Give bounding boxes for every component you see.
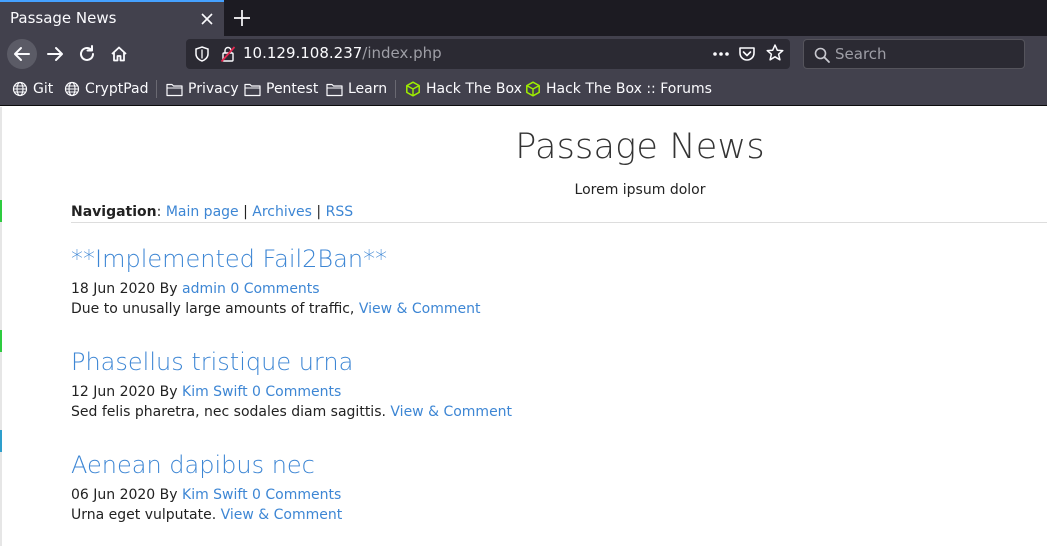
window-edge-marker [0, 200, 2, 222]
post-excerpt-text: Due to unusally large amounts of traffic… [71, 301, 355, 317]
nav-separator: | [243, 204, 248, 220]
bookmark-separator [156, 80, 157, 98]
post-author-link[interactable]: admin [182, 281, 226, 297]
navigation-toolbar: 10.129.108.237/index.php [0, 36, 1047, 72]
post-item: Aenean dapibus nec 06 Jun 2020 By Kim Sw… [71, 451, 971, 523]
bookmarks-toolbar: Git CryptPad Privacy Pentest Learn Hack … [0, 72, 1047, 106]
post-author-link[interactable]: Kim Swift [182, 487, 248, 503]
post-by: By [159, 384, 178, 400]
nav-link-rss[interactable]: RSS [326, 204, 354, 220]
post-excerpt-text: Urna eget vulputate. [71, 507, 217, 523]
arrow-left-icon [14, 47, 30, 61]
insecure-lock-icon[interactable] [220, 45, 236, 63]
globe-icon [64, 81, 80, 97]
post-view-comment-link[interactable]: View & Comment [390, 404, 512, 420]
post-item: **Implemented Fail2Ban** 18 Jun 2020 By … [71, 245, 971, 317]
nav-separator: | [316, 204, 322, 220]
bookmark-label: Pentest [266, 81, 319, 97]
navigation-label: Navigation [71, 204, 157, 220]
bookmark-cryptpad[interactable]: CryptPad [64, 79, 148, 99]
bookmark-label: CryptPad [85, 81, 149, 97]
folder-icon [166, 83, 183, 96]
bookmark-folder-pentest[interactable]: Pentest [244, 79, 318, 99]
post-excerpt: Urna eget vulputate. View & Comment [71, 507, 971, 523]
post-author-link[interactable]: Kim Swift [182, 384, 248, 400]
post-title-link[interactable]: Aenean dapibus nec [71, 451, 971, 479]
htb-cube-icon [526, 81, 540, 97]
pocket-icon[interactable] [737, 44, 757, 64]
tab-strip: Passage News [0, 0, 1047, 36]
window-edge-marker [0, 330, 2, 352]
back-button[interactable] [7, 39, 37, 69]
home-button[interactable] [104, 39, 134, 69]
bookmark-folder-learn[interactable]: Learn [326, 79, 387, 99]
post-title-link[interactable]: Phasellus tristique urna [71, 348, 971, 376]
url-path: /index.php [362, 44, 442, 62]
header-divider [71, 222, 1047, 223]
bookmark-separator [395, 80, 396, 98]
bookmark-star-icon[interactable] [765, 43, 785, 63]
bookmark-label: Learn [348, 81, 388, 97]
tab-passage-news[interactable]: Passage News [0, 0, 224, 36]
bookmark-label: Hack The Box :: Forums [546, 81, 712, 97]
bookmark-folder-privacy[interactable]: Privacy [166, 79, 239, 99]
bookmark-hack-the-box[interactable]: Hack The Box [405, 79, 522, 99]
tab-title: Passage News [10, 9, 117, 27]
post-date: 18 Jun 2020 [71, 281, 156, 297]
folder-icon [326, 83, 343, 96]
search-bar[interactable] [803, 39, 1025, 69]
post-date: 12 Jun 2020 [71, 384, 156, 400]
htb-cube-icon [406, 81, 420, 97]
post-title-link[interactable]: **Implemented Fail2Ban** [71, 245, 971, 273]
url-host: 10.129.108.237 [243, 44, 363, 62]
post-meta: 18 Jun 2020 By admin 0 Comments [71, 281, 971, 297]
post-by: By [159, 487, 178, 503]
post-meta: 06 Jun 2020 By Kim Swift 0 Comments [71, 487, 971, 503]
url-text[interactable]: 10.129.108.237/index.php [243, 44, 442, 62]
bookmark-label: Git [33, 81, 54, 97]
folder-icon [244, 83, 261, 96]
reload-icon [80, 45, 94, 61]
bookmark-label: Hack The Box [426, 81, 522, 97]
forward-button[interactable] [40, 39, 70, 69]
post-comments-link[interactable]: 0 Comments [230, 281, 319, 297]
post-excerpt-text: Sed felis pharetra, nec sodales diam sag… [71, 404, 386, 420]
navigation-colon: : [156, 204, 162, 220]
nav-link-archives[interactable]: Archives [252, 204, 312, 220]
post-item: Phasellus tristique urna 12 Jun 2020 By … [71, 348, 971, 420]
close-icon[interactable] [197, 9, 217, 29]
post-comments-link[interactable]: 0 Comments [252, 487, 341, 503]
search-input[interactable] [835, 44, 1015, 64]
post-by: By [159, 281, 178, 297]
post-view-comment-link[interactable]: View & Comment [221, 507, 343, 523]
new-tab-plus-icon[interactable] [231, 7, 253, 29]
bookmark-git[interactable]: Git [12, 79, 53, 99]
bookmark-hack-the-box-forums[interactable]: Hack The Box :: Forums [525, 79, 712, 99]
address-bar[interactable]: 10.129.108.237/index.php [186, 39, 790, 69]
site-subtitle: Lorem ipsum dolor [574, 182, 706, 198]
globe-icon [12, 81, 28, 97]
bookmark-label: Privacy [188, 81, 239, 97]
arrow-right-icon [47, 47, 63, 61]
post-excerpt: Sed felis pharetra, nec sodales diam sag… [71, 404, 971, 420]
nav-link-main-page[interactable]: Main page [166, 204, 239, 220]
post-view-comment-link[interactable]: View & Comment [359, 301, 481, 317]
post-excerpt: Due to unusally large amounts of traffic… [71, 301, 971, 317]
search-icon [814, 47, 830, 63]
home-icon [111, 46, 127, 62]
window-left-edge [0, 107, 2, 546]
window-edge-marker [0, 430, 2, 452]
page-actions-ellipsis-icon[interactable] [710, 44, 732, 64]
post-meta: 12 Jun 2020 By Kim Swift 0 Comments [71, 384, 971, 400]
post-comments-link[interactable]: 0 Comments [252, 384, 341, 400]
site-navigation: Navigation: Main page | Archives | RSS [71, 204, 353, 220]
post-date: 06 Jun 2020 [71, 487, 156, 503]
page-content: Passage News Lorem ipsum dolor Navigatio… [0, 107, 1047, 546]
site-title: Passage News [515, 127, 765, 167]
tracking-shield-icon[interactable] [194, 45, 210, 63]
reload-button[interactable] [72, 39, 102, 69]
